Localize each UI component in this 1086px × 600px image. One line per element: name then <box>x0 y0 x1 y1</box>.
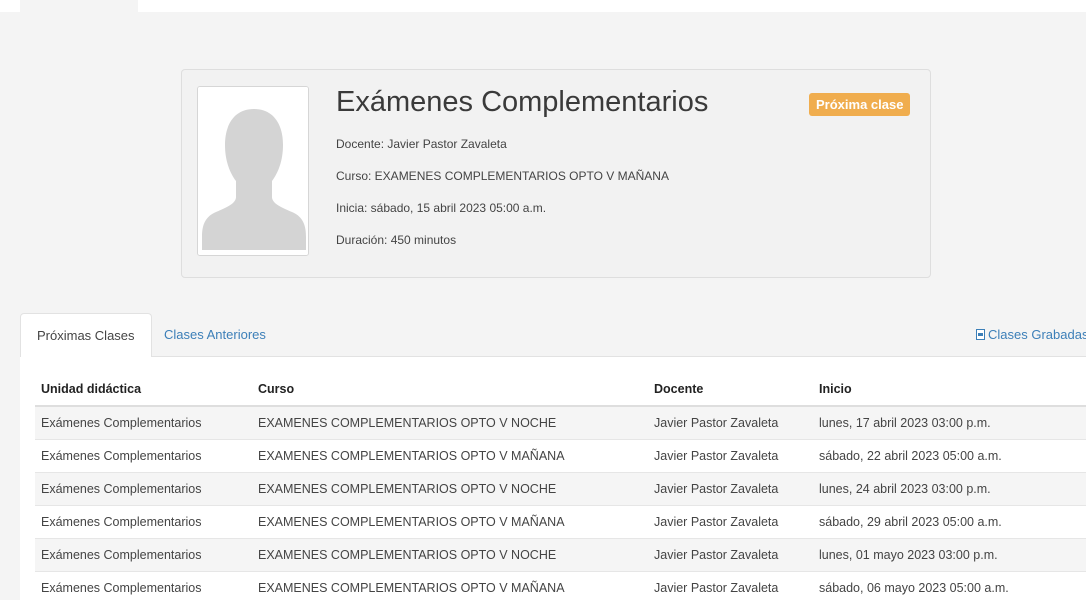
header-inicio: Inicio <box>813 372 1086 407</box>
cell-unidad: Exámenes Complementarios <box>35 571 252 600</box>
cell-docente: Javier Pastor Zavaleta <box>648 472 813 506</box>
table-header-row: Unidad didáctica Curso Docente Inicio <box>35 372 1086 407</box>
tab-proximas-clases[interactable]: Próximas Clases <box>20 313 152 358</box>
start-info: Inicia: sábado, 15 abril 2023 05:00 a.m. <box>336 201 547 215</box>
teacher-info: Docente: Javier Pastor Zavaleta <box>336 137 507 151</box>
recorded-classes-label: Clases Grabadas <box>988 327 1086 342</box>
cell-curso: EXAMENES COMPLEMENTARIOS OPTO V NOCHE <box>252 472 648 506</box>
cell-inicio: lunes, 17 abril 2023 03:00 p.m. <box>813 406 1086 440</box>
cell-inicio: lunes, 24 abril 2023 03:00 p.m. <box>813 472 1086 506</box>
cell-inicio: sábado, 06 mayo 2023 05:00 a.m. <box>813 571 1086 600</box>
cell-inicio: sábado, 22 abril 2023 05:00 a.m. <box>813 439 1086 473</box>
classes-table: Unidad didáctica Curso Docente Inicio Ex… <box>35 372 1086 600</box>
table-row: Exámenes Complementarios EXAMENES COMPLE… <box>35 406 1086 440</box>
cell-curso: EXAMENES COMPLEMENTARIOS OPTO V NOCHE <box>252 406 648 440</box>
table-row: Exámenes Complementarios EXAMENES COMPLE… <box>35 538 1086 572</box>
cell-unidad: Exámenes Complementarios <box>35 538 252 572</box>
cell-unidad: Exámenes Complementarios <box>35 406 252 440</box>
header-unidad: Unidad didáctica <box>35 372 252 407</box>
top-bar <box>0 0 1086 12</box>
table-row: Exámenes Complementarios EXAMENES COMPLE… <box>35 505 1086 539</box>
classes-table-panel: Unidad didáctica Curso Docente Inicio Ex… <box>20 357 1086 600</box>
tab-clases-anteriores[interactable]: Clases Anteriores <box>148 313 282 357</box>
cell-docente: Javier Pastor Zavaleta <box>648 439 813 473</box>
table-row: Exámenes Complementarios EXAMENES COMPLE… <box>35 439 1086 473</box>
table-row: Exámenes Complementarios EXAMENES COMPLE… <box>35 571 1086 600</box>
cell-curso: EXAMENES COMPLEMENTARIOS OPTO V MAÑANA <box>252 439 648 473</box>
recorded-classes-link[interactable]: Clases Grabadas <box>976 327 1086 342</box>
cell-unidad: Exámenes Complementarios <box>35 472 252 506</box>
cell-docente: Javier Pastor Zavaleta <box>648 538 813 572</box>
user-silhouette-icon <box>198 87 308 255</box>
header-curso: Curso <box>252 372 648 407</box>
next-class-badge: Próxima clase <box>809 93 911 116</box>
cell-docente: Javier Pastor Zavaleta <box>648 571 813 600</box>
top-tab-edge <box>20 0 138 12</box>
cell-unidad: Exámenes Complementarios <box>35 505 252 539</box>
teacher-avatar <box>197 86 309 256</box>
cell-inicio: lunes, 01 mayo 2023 03:00 p.m. <box>813 538 1086 572</box>
document-icon <box>976 329 985 340</box>
cell-unidad: Exámenes Complementarios <box>35 439 252 473</box>
cell-docente: Javier Pastor Zavaleta <box>648 406 813 440</box>
cell-curso: EXAMENES COMPLEMENTARIOS OPTO V NOCHE <box>252 538 648 572</box>
cell-docente: Javier Pastor Zavaleta <box>648 505 813 539</box>
cell-inicio: sábado, 29 abril 2023 05:00 a.m. <box>813 505 1086 539</box>
class-tabs: Próximas Clases Clases Anteriores <box>20 313 1086 358</box>
cell-curso: EXAMENES COMPLEMENTARIOS OPTO V MAÑANA <box>252 571 648 600</box>
class-title: Exámenes Complementarios <box>336 86 709 118</box>
table-row: Exámenes Complementarios EXAMENES COMPLE… <box>35 472 1086 506</box>
duration-info: Duración: 450 minutos <box>336 233 457 247</box>
cell-curso: EXAMENES COMPLEMENTARIOS OPTO V MAÑANA <box>252 505 648 539</box>
next-class-card: Exámenes Complementarios Próxima clase D… <box>181 69 931 278</box>
course-info: Curso: EXAMENES COMPLEMENTARIOS OPTO V M… <box>336 169 669 183</box>
header-docente: Docente <box>648 372 813 407</box>
